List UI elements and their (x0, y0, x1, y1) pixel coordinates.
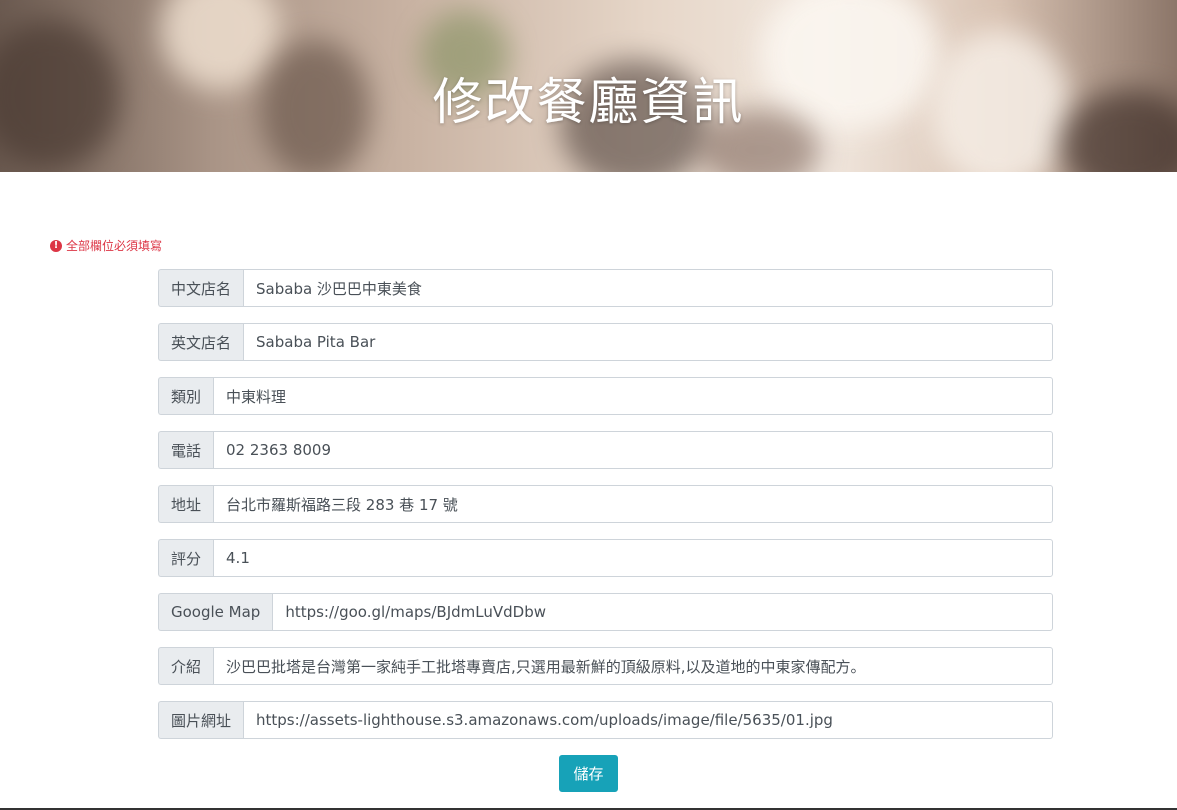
required-fields-note: ! 全部欄位必須填寫 (50, 238, 162, 254)
field-address: 地址 台北市羅斯福路三段 283 巷 17 號 (158, 485, 1053, 523)
required-fields-text: 全部欄位必須填寫 (66, 239, 163, 253)
field-label-address: 地址 (158, 485, 214, 523)
field-label-name-en: 英文店名 (158, 323, 244, 361)
rating-input[interactable]: 4.1 (213, 539, 1053, 577)
hero-banner: 修改餐廳資訊 (0, 0, 1177, 172)
field-label-phone: 電話 (158, 431, 214, 469)
field-name-en: 英文店名 Sababa Pita Bar (158, 323, 1053, 361)
exclamation-circle-icon: ! (50, 240, 62, 252)
field-image-url: 圖片網址 https://assets-lighthouse.s3.amazon… (158, 701, 1053, 739)
page-title: 修改餐廳資訊 (432, 73, 745, 131)
field-description: 介紹 沙巴巴批塔是台灣第一家純手工批塔專賣店,只選用最新鮮的頂級原料,以及道地的… (158, 647, 1053, 685)
field-label-image-url: 圖片網址 (158, 701, 244, 739)
field-label-rating: 評分 (158, 539, 214, 577)
field-label-name-zh: 中文店名 (158, 269, 244, 307)
restaurant-edit-form: 中文店名 Sababa 沙巴巴中東美食 英文店名 Sababa Pita Bar… (158, 269, 1053, 755)
field-label-category: 類別 (158, 377, 214, 415)
image-url-input[interactable]: https://assets-lighthouse.s3.amazonaws.c… (243, 701, 1053, 739)
field-phone: 電話 02 2363 8009 (158, 431, 1053, 469)
name-zh-input[interactable]: Sababa 沙巴巴中東美食 (243, 269, 1053, 307)
field-category: 類別 中東料理 (158, 377, 1053, 415)
field-label-google-map: Google Map (158, 593, 273, 631)
address-input[interactable]: 台北市羅斯福路三段 283 巷 17 號 (213, 485, 1053, 523)
save-button[interactable]: 儲存 (559, 755, 618, 792)
description-input[interactable]: 沙巴巴批塔是台灣第一家純手工批塔專賣店,只選用最新鮮的頂級原料,以及道地的中東家… (213, 647, 1053, 685)
field-label-description: 介紹 (158, 647, 214, 685)
name-en-input[interactable]: Sababa Pita Bar (243, 323, 1053, 361)
submit-area: 儲存 (0, 755, 1177, 792)
phone-input[interactable]: 02 2363 8009 (213, 431, 1053, 469)
field-name-zh: 中文店名 Sababa 沙巴巴中東美食 (158, 269, 1053, 307)
field-google-map: Google Map https://goo.gl/maps/BJdmLuVdD… (158, 593, 1053, 631)
category-input[interactable]: 中東料理 (213, 377, 1053, 415)
field-rating: 評分 4.1 (158, 539, 1053, 577)
google-map-input[interactable]: https://goo.gl/maps/BJdmLuVdDbw (272, 593, 1053, 631)
